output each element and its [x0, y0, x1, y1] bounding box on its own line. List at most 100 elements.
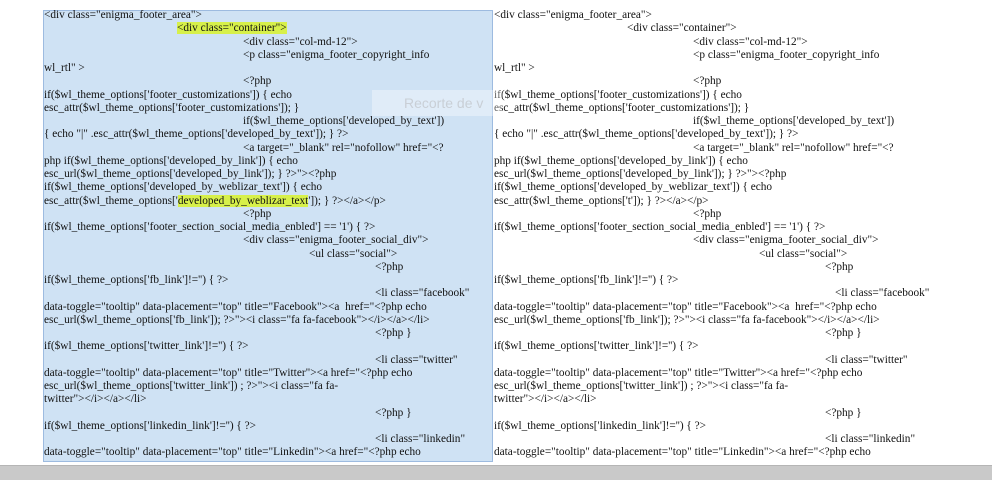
code-text: php if($wl_theme_options['developed_by_l… [494, 154, 748, 167]
code-text: <div class="enigma_footer_social_div"> [243, 234, 429, 247]
code-line: data-toggle="tooltip" data-placement="to… [44, 367, 494, 380]
document-column-right[interactable]: <div class="enigma_footer_area"> <div cla… [494, 9, 944, 464]
code-line: <p class="enigma_footer_copyright_info [494, 49, 944, 62]
code-line: <li class="linkedin" [494, 433, 944, 446]
code-text: <div class="enigma_footer_area"> [494, 9, 652, 21]
code-line: data-toggle="tooltip" data-placement="to… [494, 301, 944, 314]
code-text: if($wl_theme_options['twitter_link']!=''… [44, 340, 249, 353]
code-line: esc_url($wl_theme_options['fb_link']); ?… [494, 314, 944, 327]
code-line: <?php [494, 208, 944, 221]
code-text: data-toggle="tooltip" data-placement="to… [44, 446, 421, 459]
code-text: <div class="enigma_footer_area"> [44, 9, 202, 21]
code-text: data-toggle="tooltip" data-placement="to… [494, 446, 871, 459]
status-bar [0, 465, 992, 480]
code-text: <?php [693, 75, 722, 88]
code-text: if($wl_theme_options['developed_by_text'… [243, 115, 445, 127]
document-column-left[interactable]: <div class="enigma_footer_area"> <div cla… [44, 9, 494, 464]
code-text: php if($wl_theme_options['developed_by_l… [44, 154, 298, 167]
code-line: <?php } [44, 327, 494, 340]
code-text: if($wl_theme_options['fb_link']!='') { ?… [494, 274, 679, 286]
code-text: esc_attr($wl_theme_options['footer_custo… [494, 101, 750, 114]
code-text: <li class="twitter" [825, 353, 908, 366]
code-line: <a target="_blank" rel="nofollow" href="… [494, 142, 944, 155]
code-line: esc_url($wl_theme_options['twitter_link'… [44, 380, 494, 393]
code-text: <li class="facebook" [835, 287, 930, 300]
code-text: <?php [243, 75, 272, 88]
code-line: <div class="enigma_footer_social_div"> [44, 234, 494, 247]
code-line: <?php [44, 75, 494, 88]
code-text: data-toggle="tooltip" data-placement="to… [494, 300, 877, 313]
code-line: <div class="col-md-12"> [494, 36, 944, 49]
code-line: wl_rtl" > [44, 62, 494, 75]
code-line: php if($wl_theme_options['developed_by_l… [494, 155, 944, 168]
code-text: <li class="linkedin" [825, 433, 916, 445]
code-text: <?php [825, 260, 854, 273]
code-text: <li class="twitter" [375, 353, 458, 366]
code-text: <?php } [375, 406, 412, 419]
highlighted-text: developed_by_weblizar_text [177, 194, 309, 207]
code-text: esc_url($wl_theme_options['fb_link']); ?… [494, 313, 880, 326]
code-line: <div class="enigma_footer_area"> [44, 9, 494, 22]
code-text: esc_url($wl_theme_options['developed_by_… [494, 168, 787, 180]
code-line: if($wl_theme_options['footer_customizati… [494, 89, 944, 102]
code-text: { echo "|" .esc_attr($wl_theme_options['… [44, 128, 349, 141]
highlighted-text: <div class="container"> [177, 22, 287, 35]
code-line: <li class="facebook" [494, 287, 944, 300]
code-line: <?php } [44, 407, 494, 420]
code-line: if($wl_theme_options['linkedin_link']!='… [44, 420, 494, 433]
code-line: <li class="facebook" [44, 287, 494, 300]
code-text: <div class="enigma_footer_social_div"> [693, 234, 879, 247]
code-line: if($wl_theme_options['developed_by_text'… [44, 115, 494, 128]
code-line: esc_attr($wl_theme_options['t']); } ?></… [494, 195, 944, 208]
code-line: esc_url($wl_theme_options['fb_link']); ?… [44, 314, 494, 327]
code-text: <div class="container"> [627, 22, 737, 35]
code-line: <?php [44, 261, 494, 274]
code-line: if($wl_theme_options['developed_by_webli… [44, 181, 494, 194]
code-text: data-toggle="tooltip" data-placement="to… [44, 300, 427, 313]
code-line: if($wl_theme_options['developed_by_text'… [494, 115, 944, 128]
code-line: esc_url($wl_theme_options['twitter_link'… [494, 380, 944, 393]
code-line: <li class="linkedin" [44, 433, 494, 446]
code-text: esc_url($wl_theme_options['twitter_link'… [494, 380, 789, 392]
code-line: <div class="container"> [44, 22, 494, 35]
code-line: <div class="container"> [494, 22, 944, 35]
code-line: <li class="twitter" [494, 354, 944, 367]
code-line: <?php } [494, 407, 944, 420]
code-line: <p class="enigma_footer_copyright_info [44, 49, 494, 62]
code-line: wl_rtl" > [494, 62, 944, 75]
code-text: if($wl_theme_options['linkedin_link']!='… [494, 419, 707, 432]
code-line: <a target="_blank" rel="nofollow" href="… [44, 142, 494, 155]
code-line: data-toggle="tooltip" data-placement="to… [44, 446, 494, 459]
code-line: if($wl_theme_options['linkedin_link']!='… [494, 420, 944, 433]
code-text: if($wl_theme_options['developed_by_webli… [494, 181, 773, 194]
code-text: <li class="linkedin" [375, 433, 466, 445]
code-text: esc_attr($wl_theme_options['t']); } ?></… [494, 194, 709, 207]
document-page: <div class="enigma_footer_area"> <div cla… [0, 0, 992, 466]
code-text: if($wl_theme_options['fb_link']!='') { ?… [44, 274, 229, 286]
code-text: <ul class="social"> [759, 247, 848, 260]
code-text: if($wl_theme_options['developed_by_webli… [44, 181, 323, 194]
code-text: <a target="_blank" rel="nofollow" href="… [243, 141, 444, 154]
code-text: <?php [693, 207, 722, 220]
code-line: data-toggle="tooltip" data-placement="to… [44, 301, 494, 314]
code-line: data-toggle="tooltip" data-placement="to… [494, 367, 944, 380]
code-text: <?php } [825, 327, 862, 339]
code-text: if($wl_theme_options['linkedin_link']!='… [44, 419, 257, 432]
code-line: <ul class="social"> [494, 248, 944, 261]
code-text: twitter"></i></a></li> [494, 393, 597, 406]
code-text: esc_attr($wl_theme_options['footer_custo… [44, 101, 300, 114]
code-text: twitter"></i></a></li> [44, 393, 147, 406]
code-text: esc_url($wl_theme_options['fb_link']); ?… [44, 313, 430, 326]
code-text: ']); } ?></a></p> [308, 194, 386, 207]
code-text: if($wl_theme_options['footer_section_soc… [44, 221, 376, 233]
code-line: <?php [494, 75, 944, 88]
code-line: <div class="col-md-12"> [44, 36, 494, 49]
code-text: wl_rtl" > [494, 62, 535, 74]
code-line: <div class="enigma_footer_social_div"> [494, 234, 944, 247]
code-line: <?php [494, 261, 944, 274]
code-line: esc_attr($wl_theme_options['developed_by… [44, 194, 494, 208]
snipping-tool-overlay: Recorte de v [372, 90, 502, 116]
code-text: <p class="enigma_footer_copyright_info [693, 48, 880, 61]
code-text: <li class="facebook" [375, 287, 470, 300]
code-text: { echo "|" .esc_attr($wl_theme_options['… [494, 128, 799, 141]
